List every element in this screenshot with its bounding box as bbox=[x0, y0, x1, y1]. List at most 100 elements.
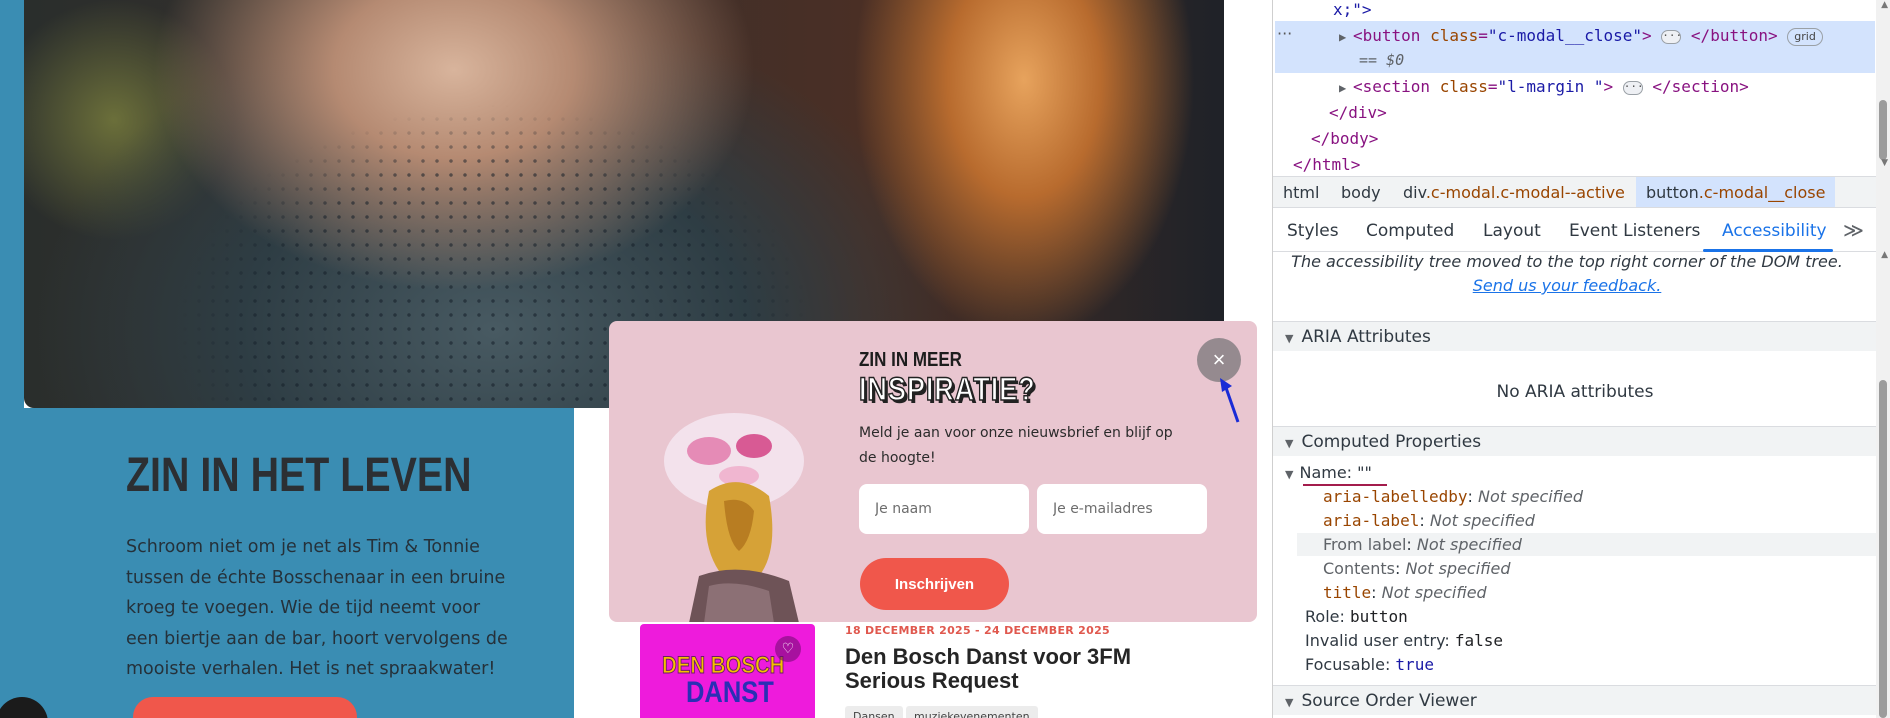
event-image[interactable]: DEN BOSCH DANST ♡ bbox=[640, 624, 815, 718]
prop-key: aria-label bbox=[1323, 511, 1420, 530]
prop-key: From label bbox=[1323, 535, 1407, 554]
prop-from-label: From label: Not specified bbox=[1323, 535, 1522, 554]
scroll-down-arrow-icon[interactable]: ▼ bbox=[1881, 158, 1888, 168]
crumb-class: .c-modal__close bbox=[1698, 183, 1826, 202]
dom-equals: = bbox=[1487, 77, 1498, 96]
prop-contents: Contents: Not specified bbox=[1323, 559, 1511, 578]
tab-event-listeners[interactable]: Event Listeners bbox=[1569, 221, 1700, 241]
tab-accessibility[interactable]: Accessibility bbox=[1722, 221, 1827, 241]
breadcrumb-html[interactable]: html bbox=[1283, 183, 1319, 202]
collapse-triangle-icon: ▼ bbox=[1285, 332, 1294, 345]
prop-key: Contents bbox=[1323, 559, 1395, 578]
hat-figure-image bbox=[664, 413, 804, 622]
name-label: Name: "" bbox=[1299, 463, 1372, 482]
prop-value: Not specified bbox=[1477, 487, 1584, 506]
collapse-triangle-icon: ▼ bbox=[1285, 437, 1294, 450]
dom-div-close: </div> bbox=[1329, 103, 1387, 122]
pointer-arrow-icon bbox=[1220, 378, 1240, 423]
prop-invalid-entry: Invalid user entry: false bbox=[1305, 631, 1503, 650]
aria-attributes-header[interactable]: ▼ ARIA Attributes bbox=[1273, 321, 1877, 351]
feedback-link[interactable]: Send us your feedback. bbox=[1473, 276, 1662, 295]
prop-key: title bbox=[1323, 583, 1372, 602]
name-input[interactable] bbox=[859, 484, 1029, 534]
dom-tag: <button bbox=[1353, 26, 1431, 45]
modal-subtitle: ZIN IN MEER bbox=[859, 349, 962, 371]
prop-aria-labelledby: aria-labelledby: Not specified bbox=[1323, 487, 1584, 506]
tab-styles[interactable]: Styles bbox=[1287, 221, 1339, 241]
dom-text: x;"> bbox=[1333, 0, 1372, 19]
section-title: Computed Properties bbox=[1301, 432, 1482, 452]
section-title: ARIA Attributes bbox=[1301, 327, 1431, 347]
prop-key: Role: bbox=[1305, 607, 1350, 626]
prop-value: Not specified bbox=[1416, 535, 1522, 554]
breadcrumb-body[interactable]: body bbox=[1341, 183, 1381, 202]
scroll-up-arrow-icon[interactable]: ▲ bbox=[1881, 0, 1888, 10]
dom-line-button[interactable]: ▶ <button class="c-modal__close"> ··· </b… bbox=[1339, 26, 1823, 46]
expand-triangle-icon[interactable]: ▶ bbox=[1339, 81, 1353, 95]
modal-title: INSPIRATIE? bbox=[858, 370, 1036, 408]
crumb-tag: button bbox=[1646, 183, 1699, 202]
tab-layout[interactable]: Layout bbox=[1483, 221, 1541, 241]
grid-badge[interactable]: grid bbox=[1787, 27, 1823, 46]
prop-focusable: Focusable: true bbox=[1305, 655, 1434, 674]
newsletter-modal: ZIN IN MEER INSPIRATIE? Meld je aan voor… bbox=[609, 321, 1257, 622]
dom-close-tag: </section> bbox=[1652, 77, 1749, 96]
dom-line-section[interactable]: ▶ <section class="l-margin "> ··· </secti… bbox=[1339, 77, 1749, 96]
event-tag[interactable]: Dansen bbox=[845, 706, 903, 718]
no-aria-message: No ARIA attributes bbox=[1496, 382, 1654, 402]
computed-properties-header[interactable]: ▼ Computed Properties bbox=[1273, 426, 1877, 456]
dom-body-close: </body> bbox=[1311, 129, 1379, 148]
prop-value: Not specified bbox=[1429, 511, 1535, 530]
devtools-panel: ··· x;"> ▶ <button class="c-modal__close"… bbox=[1272, 0, 1890, 718]
prop-key: Invalid user entry: bbox=[1305, 631, 1455, 650]
source-order-viewer-header[interactable]: ▼ Source Order Viewer bbox=[1273, 685, 1877, 715]
dom-attr-name: class bbox=[1430, 26, 1479, 45]
event-tag[interactable]: muziekevenementen bbox=[906, 706, 1038, 718]
event-title[interactable]: Den Bosch Danst voor 3FM Serious Request bbox=[845, 645, 1175, 693]
favorite-heart-icon[interactable]: ♡ bbox=[775, 636, 801, 662]
prop-aria-label: aria-label: Not specified bbox=[1323, 511, 1535, 530]
crumb-tag: div bbox=[1403, 183, 1426, 202]
dom-close-tag: </button> bbox=[1690, 26, 1778, 45]
more-tabs-chevron-icon[interactable]: ≫ bbox=[1843, 218, 1864, 242]
devtools-scrollbar[interactable]: ▲ ▼ ▲ bbox=[1876, 0, 1890, 718]
email-input[interactable] bbox=[1037, 484, 1207, 534]
prop-value: Not specified bbox=[1405, 559, 1511, 578]
breadcrumb: html body div.c-modal.c-modal--active bu… bbox=[1273, 176, 1890, 208]
sidebar-tabs: Styles Computed Layout Event Listeners A… bbox=[1273, 216, 1890, 252]
subscribe-button[interactable]: Inschrijven bbox=[860, 558, 1009, 610]
scroll-up-arrow-icon[interactable]: ▲ bbox=[1881, 250, 1888, 260]
notice-text: The accessibility tree moved to the top … bbox=[1291, 252, 1843, 271]
prop-key: aria-labelledby bbox=[1323, 487, 1468, 506]
crumb-class: .c-modal.c-modal--active bbox=[1425, 183, 1625, 202]
collapse-triangle-icon: ▼ bbox=[1285, 696, 1294, 709]
dom-gt: > bbox=[1603, 77, 1614, 96]
prop-value: false bbox=[1454, 631, 1504, 650]
intro-text: Schroom niet om je net als Tim & Tonnie … bbox=[126, 537, 508, 679]
prop-key: Focusable: bbox=[1305, 655, 1396, 674]
intro-title: ZIN IN HET LEVEN bbox=[126, 449, 472, 502]
dom-attr-name: class bbox=[1439, 77, 1488, 96]
website-viewport: ZIN IN HET LEVEN Schroom niet om je net … bbox=[0, 0, 1272, 718]
agenda-button[interactable]: Ontdek de agenda bbox=[133, 697, 357, 718]
collapsed-ellipsis-icon[interactable]: ··· bbox=[1661, 29, 1682, 44]
prop-value: button bbox=[1349, 607, 1408, 626]
node-actions-dots-icon[interactable]: ··· bbox=[1277, 24, 1292, 43]
tab-computed[interactable]: Computed bbox=[1366, 221, 1454, 241]
dom-eq-dollar: == $0 bbox=[1359, 51, 1405, 69]
dom-equals: = bbox=[1478, 26, 1488, 45]
breadcrumb-div[interactable]: div.c-modal.c-modal--active bbox=[1403, 183, 1625, 202]
scrollbar-thumb-dom[interactable] bbox=[1879, 100, 1887, 160]
blue-side-strip bbox=[0, 0, 24, 408]
expand-triangle-icon[interactable]: ▶ bbox=[1339, 30, 1353, 44]
breadcrumb-button[interactable]: button.c-modal__close bbox=[1636, 177, 1836, 207]
event-date: 18 DECEMBER 2025 - 24 DECEMBER 2025 bbox=[845, 624, 1110, 637]
dom-attr-value: "c-modal__close" bbox=[1487, 26, 1642, 45]
dom-line: x;"> bbox=[1333, 0, 1372, 19]
scrollbar-thumb-sidebar[interactable] bbox=[1879, 380, 1887, 718]
dom-tag: <section bbox=[1353, 77, 1440, 96]
collapse-triangle-icon: ▼ bbox=[1285, 468, 1294, 481]
collapsed-ellipsis-icon[interactable]: ··· bbox=[1622, 80, 1644, 95]
name-property[interactable]: ▼ Name: "" bbox=[1285, 463, 1372, 482]
accessibility-notice: The accessibility tree moved to the top … bbox=[1287, 250, 1847, 298]
